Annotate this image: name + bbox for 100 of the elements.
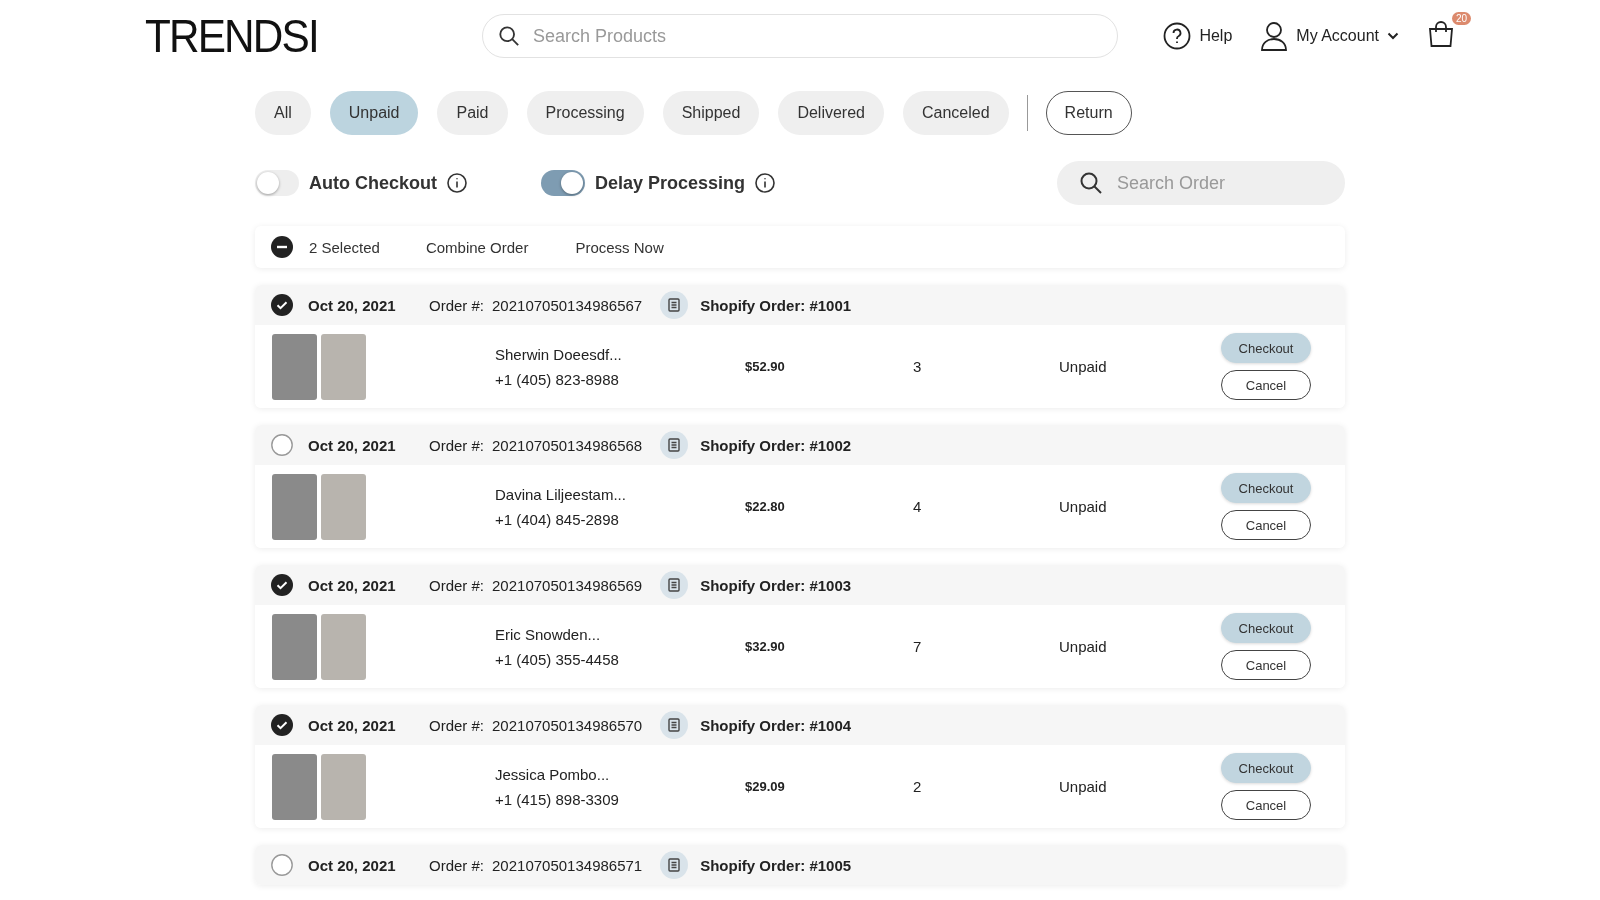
order-number-label: Order #: bbox=[429, 296, 485, 314]
info-icon[interactable] bbox=[755, 173, 776, 193]
order-number: 202107050134986569 bbox=[492, 576, 643, 594]
order-number-label: Order #: bbox=[429, 576, 485, 594]
order-search-field[interactable]: Search Order bbox=[1057, 161, 1345, 205]
checkbox[interactable] bbox=[271, 574, 293, 596]
copy-button[interactable] bbox=[660, 291, 689, 319]
caret-icon bbox=[1387, 32, 1399, 40]
order-date: Oct 20, 2021 bbox=[308, 436, 397, 454]
order-status: Unpaid bbox=[1059, 358, 1108, 375]
photo-placeholder bbox=[321, 333, 366, 400]
checkbox[interactable] bbox=[271, 714, 293, 736]
filter-tab[interactable]: Paid bbox=[437, 91, 508, 135]
document-icon bbox=[668, 718, 681, 732]
order-date: Oct 20, 2021 bbox=[308, 296, 397, 314]
shopify-order-number: Shopify Order: #1005 bbox=[700, 856, 852, 874]
shopify-order-number: Shopify Order: #1004 bbox=[700, 716, 852, 734]
order-date: Oct 20, 2021 bbox=[308, 856, 397, 874]
shopping-bag-icon[interactable] bbox=[1427, 20, 1455, 48]
customer-name: Davina Liljeestam... bbox=[495, 485, 627, 503]
checkout-button[interactable]: Checkout bbox=[1221, 473, 1311, 503]
bulk-action-button[interactable]: Combine Order bbox=[425, 238, 529, 256]
order-number-label: Order #: bbox=[429, 436, 485, 454]
filter-tab[interactable]: Return bbox=[1045, 91, 1132, 135]
order-status: Unpaid bbox=[1059, 638, 1108, 655]
copy-button[interactable] bbox=[660, 571, 689, 599]
customer-phone: +1 (415) 898-3309 bbox=[495, 790, 620, 808]
order-number: 202107050134986571 bbox=[492, 856, 643, 874]
filter-tab[interactable]: Unpaid bbox=[329, 91, 419, 135]
help-link[interactable]: Help bbox=[1163, 22, 1233, 50]
photo-placeholder bbox=[321, 473, 366, 540]
checkout-button[interactable]: Checkout bbox=[1221, 753, 1311, 783]
shopify-order-number: Shopify Order: #1003 bbox=[700, 576, 852, 594]
order-price: $52.90 bbox=[745, 359, 786, 374]
customer-phone: +1 (405) 355-4458 bbox=[495, 650, 620, 668]
copy-button[interactable] bbox=[660, 851, 689, 879]
order-number: 202107050134986567 bbox=[492, 296, 643, 314]
document-icon bbox=[668, 578, 681, 592]
filter-tab[interactable]: Shipped bbox=[662, 91, 760, 135]
order-price: $29.09 bbox=[745, 779, 786, 794]
account-menu[interactable]: My Account bbox=[1260, 21, 1399, 51]
document-icon bbox=[668, 438, 681, 452]
cancel-button[interactable]: Cancel bbox=[1221, 790, 1311, 820]
filter-tab[interactable]: Delivered bbox=[778, 91, 884, 135]
photo-placeholder bbox=[321, 613, 366, 680]
search-icon bbox=[1079, 171, 1103, 195]
help-icon bbox=[1163, 22, 1192, 50]
customer-name: Sherwin Doeesdf... bbox=[495, 345, 623, 363]
order-date: Oct 20, 2021 bbox=[308, 716, 397, 734]
order-quantity: 7 bbox=[913, 638, 923, 655]
filter-tab[interactable]: Processing bbox=[526, 91, 644, 135]
filter-tab[interactable]: Canceled bbox=[903, 91, 1009, 135]
deselect-icon[interactable] bbox=[271, 236, 293, 258]
order-number: 202107050134986570 bbox=[492, 716, 643, 734]
cancel-button[interactable]: Cancel bbox=[1221, 510, 1311, 540]
user-icon bbox=[1260, 21, 1289, 51]
order-number: 202107050134986568 bbox=[492, 436, 643, 454]
copy-button[interactable] bbox=[660, 711, 689, 739]
filter-tab[interactable]: All bbox=[255, 91, 311, 135]
order-date: Oct 20, 2021 bbox=[308, 576, 397, 594]
selected-count: 2 Selected bbox=[309, 238, 380, 256]
order-status: Unpaid bbox=[1059, 778, 1108, 795]
photo-placeholder bbox=[272, 753, 317, 820]
photo-placeholder bbox=[272, 473, 317, 540]
search-icon bbox=[498, 25, 520, 47]
checkbox[interactable] bbox=[271, 434, 293, 456]
toggle-switch[interactable] bbox=[255, 170, 299, 196]
checkout-button[interactable]: Checkout bbox=[1221, 333, 1311, 363]
photo-placeholder bbox=[272, 613, 317, 680]
customer-phone: +1 (405) 823-8988 bbox=[495, 370, 620, 388]
order-status: Unpaid bbox=[1059, 498, 1108, 515]
order-number-label: Order #: bbox=[429, 716, 485, 734]
checkbox[interactable] bbox=[271, 854, 293, 876]
document-icon bbox=[668, 858, 681, 872]
checkbox[interactable] bbox=[271, 294, 293, 316]
toggle-switch[interactable] bbox=[541, 170, 585, 196]
order-quantity: 2 bbox=[913, 778, 923, 795]
customer-name: Eric Snowden... bbox=[495, 625, 602, 643]
logo[interactable]: TRENDSI bbox=[145, 13, 456, 59]
search-field[interactable]: Search Products bbox=[482, 14, 1118, 58]
order-number-label: Order #: bbox=[429, 856, 485, 874]
info-icon[interactable] bbox=[447, 173, 467, 193]
photo-placeholder bbox=[321, 753, 366, 820]
shopify-order-number: Shopify Order: #1001 bbox=[700, 296, 852, 314]
copy-button[interactable] bbox=[660, 431, 689, 459]
toggle-label: Delay Processing bbox=[595, 172, 746, 194]
shopify-order-number: Shopify Order: #1002 bbox=[700, 436, 852, 454]
customer-name: Jessica Pombo... bbox=[495, 765, 611, 783]
photo-placeholder bbox=[272, 333, 317, 400]
bulk-action-button[interactable]: Process Now bbox=[575, 238, 664, 256]
order-price: $22.80 bbox=[745, 499, 786, 514]
toggle-label: Auto Checkout bbox=[309, 172, 437, 194]
checkout-button[interactable]: Checkout bbox=[1221, 613, 1311, 643]
order-quantity: 4 bbox=[913, 498, 923, 515]
cart-count-badge: 20 bbox=[1451, 12, 1471, 25]
cancel-button[interactable]: Cancel bbox=[1221, 370, 1311, 400]
order-quantity: 3 bbox=[913, 358, 923, 375]
customer-phone: +1 (404) 845-2898 bbox=[495, 510, 620, 528]
cancel-button[interactable]: Cancel bbox=[1221, 650, 1311, 680]
document-icon bbox=[668, 298, 681, 312]
